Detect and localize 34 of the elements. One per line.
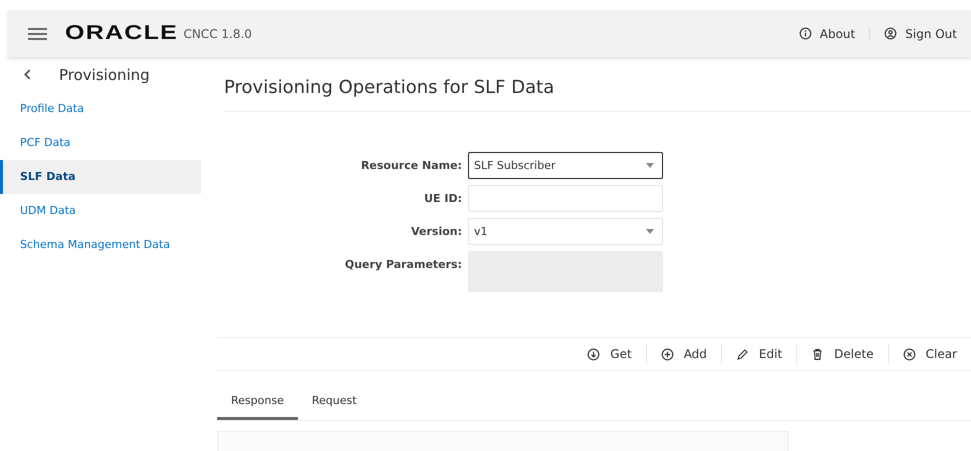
menu-button[interactable] xyxy=(28,28,47,40)
clear-icon xyxy=(902,348,916,360)
sidebar-item[interactable]: UDM Data xyxy=(0,194,201,228)
toolbar-button[interactable]: Clear xyxy=(888,344,971,364)
download-icon xyxy=(587,348,600,360)
toolbar-button[interactable]: Edit xyxy=(720,344,796,364)
trash-icon xyxy=(811,348,824,360)
sidebar-title: Provisioning xyxy=(59,66,150,84)
sidebar-item[interactable]: PCF Data xyxy=(0,126,201,160)
tab[interactable]: Request xyxy=(298,385,371,420)
header-link[interactable]: About xyxy=(784,26,870,40)
toolbar-button[interactable]: Add xyxy=(646,344,721,364)
logo: ORACLE xyxy=(65,22,178,45)
select-field[interactable]: v1 xyxy=(468,218,663,245)
sidebar-item[interactable]: Schema Management Data xyxy=(0,228,201,262)
field-label: Version: xyxy=(410,224,462,240)
toolbar-button[interactable]: Get xyxy=(573,344,646,364)
add-icon xyxy=(660,348,674,360)
field-label: Resource Name: xyxy=(360,158,462,174)
tab[interactable]: Response xyxy=(217,385,298,420)
sidebar-item[interactable]: SLF Data xyxy=(0,160,201,194)
info-icon xyxy=(798,27,812,40)
toolbar-button[interactable]: Delete xyxy=(796,344,888,364)
pencil-icon xyxy=(736,348,749,360)
field-label: Query Parameters: xyxy=(344,257,462,273)
field-label: UE ID: xyxy=(423,191,462,207)
user-icon xyxy=(884,27,898,40)
page-title: Provisioning Operations for SLF Data xyxy=(224,77,971,112)
sidebar-item[interactable]: Profile Data xyxy=(0,92,201,126)
input-field[interactable] xyxy=(468,185,663,212)
header-link[interactable]: Sign Out xyxy=(869,26,971,40)
product-version: CNCC 1.8.0 xyxy=(183,26,252,40)
back-icon[interactable] xyxy=(24,69,31,80)
select-field[interactable]: SLF Subscriber xyxy=(468,152,663,179)
